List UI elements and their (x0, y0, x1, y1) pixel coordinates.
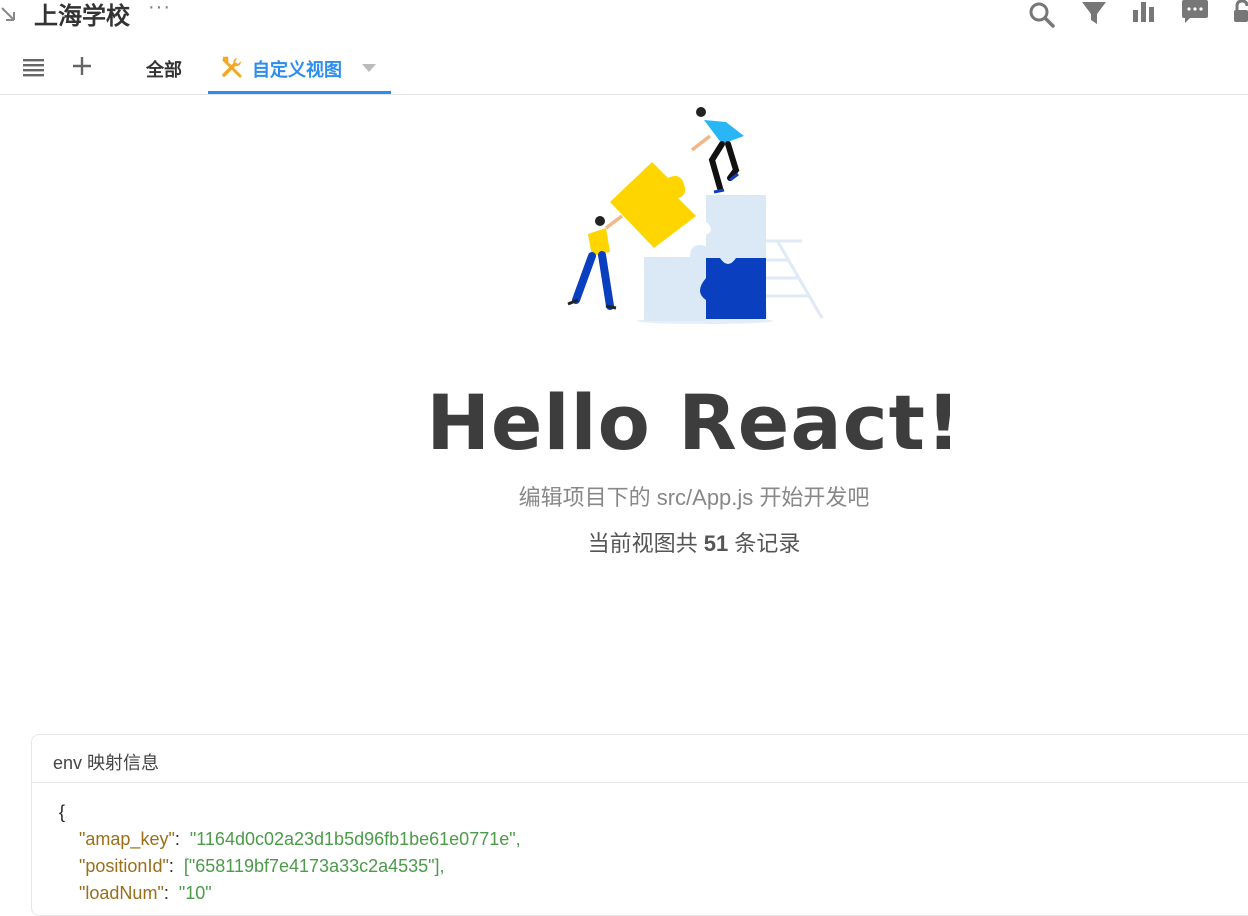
tab-custom-label: 自定义视图 (252, 60, 342, 81)
lock-icon[interactable] (1234, 0, 1248, 28)
more-options-icon[interactable]: ··· (148, 0, 171, 19)
app-title: 上海学校 (34, 2, 130, 30)
json-key: "amap_key" (79, 829, 175, 849)
record-count-value: 51 (703, 531, 729, 556)
comment-icon[interactable] (1182, 0, 1210, 28)
record-count-prefix: 当前视图共 (587, 531, 698, 556)
filter-icon[interactable] (1080, 0, 1108, 28)
json-key: "loadNum" (79, 883, 164, 903)
dev-hint-text: 编辑项目下的 src/App.js 开始开发吧 (518, 485, 870, 510)
wrench-icon (222, 56, 242, 78)
card-title: env 映射信息 (53, 753, 160, 773)
menu-icon[interactable] (22, 56, 46, 80)
json-open-brace: { (59, 802, 66, 822)
top-bar: 上海学校 ··· (0, 0, 1248, 40)
card-header: env 映射信息 (32, 735, 1248, 783)
env-json-block: { "amap_key": "1164d0c02a23d1b5d96fb1be6… (59, 802, 521, 903)
search-icon[interactable] (1028, 0, 1056, 28)
puzzle-illustration (567, 107, 824, 324)
page-heading: Hello React! (426, 378, 962, 467)
record-count-suffix: 条记录 (734, 531, 801, 556)
view-tabs-bar: 全部 自定义视图 (0, 42, 1248, 95)
env-mapping-card: env 映射信息 { "amap_key": "1164d0c02a23d1b5… (31, 734, 1248, 916)
json-value: "10" (178, 883, 212, 903)
chevron-down-icon[interactable] (362, 63, 376, 73)
json-value: "1164d0c02a23d1b5d96fb1be61e0771e", (189, 829, 521, 849)
collapse-arrow-icon[interactable] (0, 2, 18, 24)
add-view-icon[interactable] (70, 54, 94, 78)
json-value: ["658119bf7e4173a33c2a4535"], (183, 856, 445, 876)
record-count-text: 当前视图共 51 条记录 (0, 526, 1248, 558)
json-key: "positionId" (79, 856, 169, 876)
tab-custom-view[interactable]: 自定义视图 (208, 42, 391, 94)
tab-all[interactable]: 全部 (146, 56, 182, 82)
chart-icon[interactable] (1131, 0, 1159, 28)
